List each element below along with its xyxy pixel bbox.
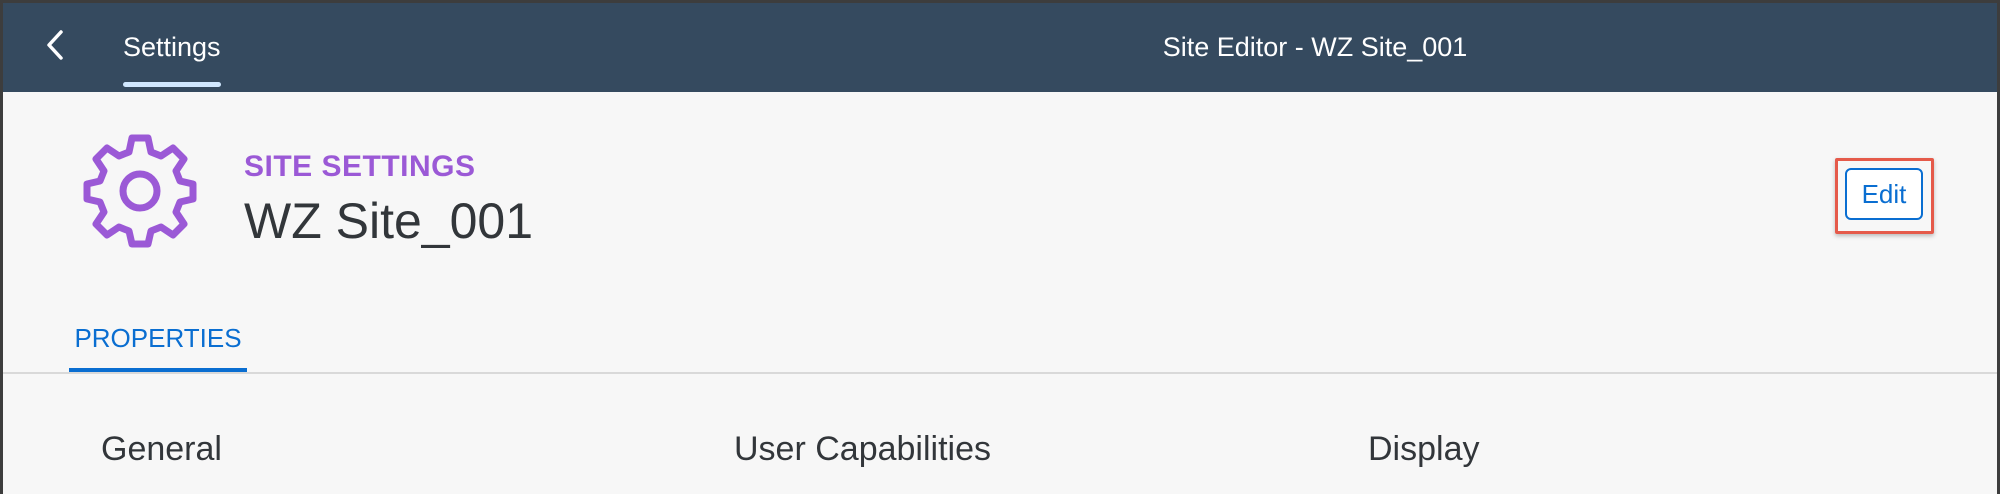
section-title-general: General <box>101 430 222 468</box>
app-window: Settings Site Editor - WZ Site_001 SITE … <box>0 0 2000 494</box>
section-title-display: Display <box>1368 430 1480 468</box>
gear-icon <box>83 134 197 248</box>
page-title: WZ Site_001 <box>244 193 534 249</box>
shell-title: Site Editor - WZ Site_001 <box>1162 32 1468 62</box>
chevron-left-icon <box>47 30 63 60</box>
object-overline: SITE SETTINGS <box>244 150 476 183</box>
header-divider <box>3 372 1997 374</box>
edit-button[interactable]: Edit <box>1845 168 1923 220</box>
back-button[interactable] <box>33 23 77 67</box>
section-title-user-capabilities: User Capabilities <box>734 430 991 468</box>
object-header: SITE SETTINGS WZ Site_001 Edit PROPERTIE… <box>3 92 1997 374</box>
shell-title-container: Site Editor - WZ Site_001 <box>3 3 1997 92</box>
shell-bar: Settings Site Editor - WZ Site_001 <box>3 3 1997 92</box>
nav-tab-settings[interactable]: Settings <box>123 3 221 92</box>
tab-properties[interactable]: PROPERTIES <box>69 302 247 374</box>
nav-tab-label: Settings <box>123 32 221 62</box>
nav-tab-indicator <box>123 82 221 87</box>
